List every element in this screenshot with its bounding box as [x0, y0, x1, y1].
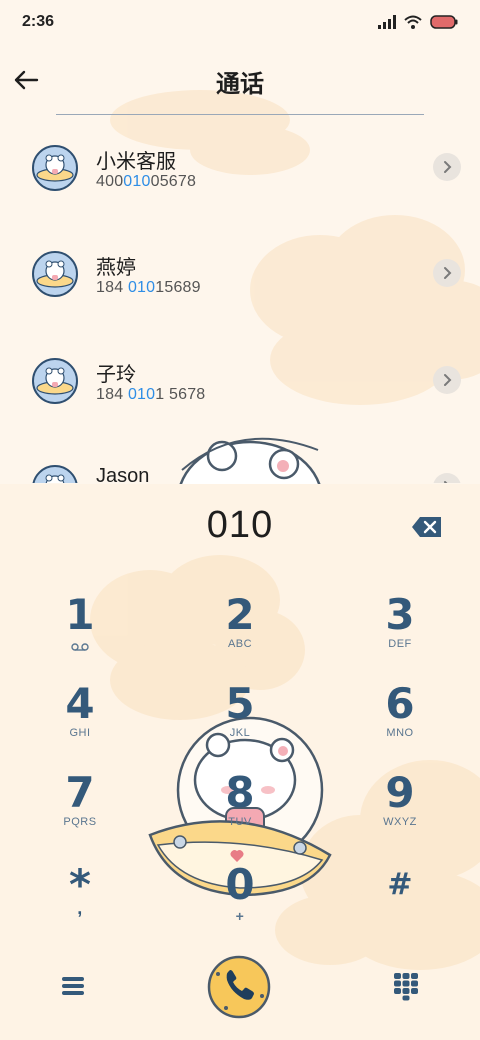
key-9[interactable]: 9 WXYZ	[345, 770, 455, 850]
status-bar: 2:36	[0, 0, 480, 44]
contact-detail-button[interactable]	[433, 153, 461, 181]
contact-item[interactable]: 小米客服 40001005678	[0, 125, 480, 215]
contact-suggestion-list[interactable]: 小米客服 40001005678 燕婷 184 01015689 子玲 184 …	[0, 115, 480, 483]
contact-item[interactable]: Jason	[0, 445, 480, 483]
contact-number: 184 01015689	[96, 279, 201, 296]
contact-detail-button[interactable]	[433, 259, 461, 287]
key-star[interactable]: * ,	[25, 862, 135, 942]
wifi-icon	[404, 15, 422, 29]
contact-detail-button[interactable]	[433, 473, 461, 483]
key-6[interactable]: 6 MNO	[345, 681, 455, 761]
key-0[interactable]: 0 +	[185, 862, 295, 942]
backspace-icon[interactable]	[410, 514, 444, 540]
status-time: 2:36	[22, 13, 55, 30]
contact-detail-button[interactable]	[433, 366, 461, 394]
contact-item[interactable]: 燕婷 184 01015689	[0, 231, 480, 321]
signal-icon	[378, 15, 396, 29]
avatar	[32, 145, 78, 191]
key-2[interactable]: 2 ABC	[185, 592, 295, 672]
contact-name: 燕婷	[96, 257, 136, 279]
status-icons	[378, 15, 458, 29]
key-1[interactable]: 1	[25, 592, 135, 672]
chevron-right-icon	[444, 374, 452, 386]
chevron-right-icon	[444, 267, 452, 279]
bottom-action-bar	[0, 950, 480, 1030]
contact-number: 184 0101 5678	[96, 386, 206, 403]
dialed-number[interactable]: 010	[0, 504, 480, 547]
menu-icon[interactable]	[58, 972, 90, 1000]
page-title: 通话	[216, 71, 264, 98]
contact-number: 40001005678	[96, 173, 197, 190]
contact-name: 子玲	[96, 364, 136, 386]
key-4[interactable]: 4 GHI	[25, 681, 135, 761]
avatar	[32, 251, 78, 297]
header: 通话	[0, 52, 480, 108]
contact-name: Jason	[96, 465, 150, 483]
key-5[interactable]: 5 JKL	[185, 681, 295, 761]
contact-name: 小米客服	[96, 151, 176, 173]
avatar	[32, 465, 78, 483]
avatar	[32, 358, 78, 404]
chevron-right-icon	[444, 161, 452, 173]
key-hash[interactable]: #	[345, 862, 455, 942]
call-button[interactable]	[204, 952, 274, 1022]
keypad-icon[interactable]	[390, 970, 422, 1002]
voicemail-icon	[71, 643, 89, 651]
key-3[interactable]: 3 DEF	[345, 592, 455, 672]
key-8[interactable]: 8 TUV	[185, 770, 295, 850]
key-7[interactable]: 7 PQRS	[25, 770, 135, 850]
chevron-right-icon	[444, 481, 448, 483]
battery-icon	[430, 15, 458, 29]
contact-item[interactable]: 子玲 184 0101 5678	[0, 338, 480, 428]
